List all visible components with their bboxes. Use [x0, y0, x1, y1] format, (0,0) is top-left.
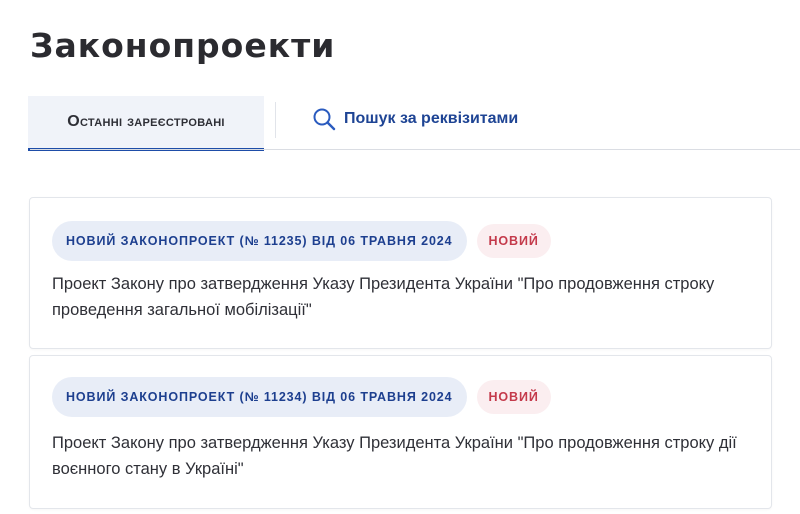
- bill-badge-row: НОВИЙ ЗАКОНОПРОЕКТ (№ 11235) ВІД 06 ТРАВ…: [52, 221, 551, 261]
- tabs-bar: Останні зареєстровані Пошук за реквізита…: [0, 96, 800, 152]
- tab-search-label: Пошук за реквізитами: [344, 110, 519, 127]
- bills-page: Законопроекти Останні зареєстровані Пошу…: [0, 0, 800, 514]
- tab-latest-registered-label: Останні зареєстровані: [67, 113, 225, 130]
- bill-number-badge[interactable]: НОВИЙ ЗАКОНОПРОЕКТ (№ 11235) ВІД 06 ТРАВ…: [52, 221, 467, 261]
- bill-card[interactable]: НОВИЙ ЗАКОНОПРОЕКТ (№ 11234) ВІД 06 ТРАВ…: [29, 355, 772, 509]
- bill-card[interactable]: НОВИЙ ЗАКОНОПРОЕКТ (№ 11235) ВІД 06 ТРАВ…: [29, 197, 772, 349]
- status-badge: НОВИЙ: [476, 380, 551, 414]
- status-badge: НОВИЙ: [476, 224, 551, 258]
- tab-latest-registered[interactable]: Останні зареєстровані: [28, 96, 264, 151]
- tab-divider: [275, 102, 276, 138]
- bill-badge-row: НОВИЙ ЗАКОНОПРОЕКТ (№ 11234) ВІД 06 ТРАВ…: [52, 377, 551, 417]
- bill-title[interactable]: Проект Закону про затвердження Указу Пре…: [52, 430, 767, 482]
- bill-title[interactable]: Проект Закону про затвердження Указу Пре…: [52, 271, 767, 323]
- tab-search-by-details[interactable]: Пошук за реквізитами: [312, 104, 518, 134]
- search-icon: [312, 107, 336, 131]
- bill-number-badge[interactable]: НОВИЙ ЗАКОНОПРОЕКТ (№ 11234) ВІД 06 ТРАВ…: [52, 377, 467, 417]
- page-title: Законопроекти: [30, 26, 336, 65]
- tabs-baseline: [30, 149, 800, 150]
